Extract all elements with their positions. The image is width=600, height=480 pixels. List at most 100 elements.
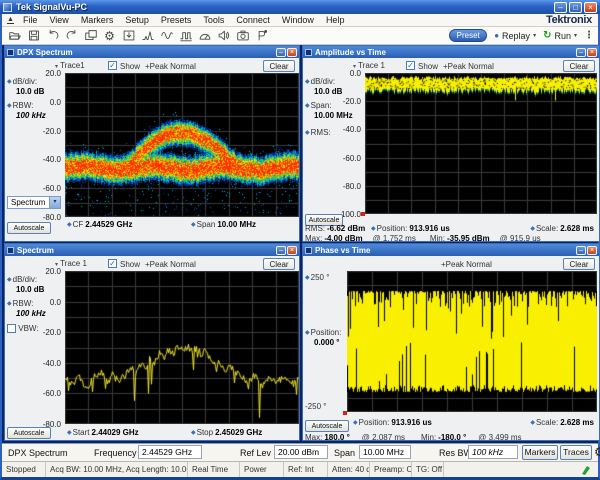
scale-readout[interactable]: ◆Scale:2.628 ms <box>530 224 594 233</box>
amplitude-vs-time-plot[interactable] <box>365 73 597 214</box>
window-titlebar[interactable]: Tek SignalVu-PC – □ × <box>0 0 600 14</box>
eject-icon[interactable]: ▲ <box>7 16 14 24</box>
reflev-field[interactable]: 20.00 dBm <box>274 445 328 459</box>
position-readout[interactable]: ◆Position:913.916 us <box>371 224 450 233</box>
position-readout[interactable]: ◆Position:913.916 us <box>353 418 432 427</box>
scale-value[interactable]: 2.628 ms <box>560 418 594 427</box>
replay-button[interactable]: ● Replay ▾ <box>494 31 536 41</box>
panel-close-button[interactable]: × <box>587 246 597 255</box>
chevron-down-icon[interactable]: ▾ <box>533 32 536 39</box>
panel-titlebar[interactable]: Phase vs Time – × <box>303 244 599 256</box>
marker-peak-icon[interactable] <box>253 28 270 43</box>
window-maximize-button[interactable]: □ <box>569 2 582 13</box>
spinner-icon[interactable]: ◆ <box>305 330 310 336</box>
spinner-icon[interactable]: ◆ <box>67 430 72 436</box>
scale-readout[interactable]: ◆Scale:2.628 ms <box>530 418 594 427</box>
run-button[interactable]: ↻ Run ▾ <box>543 30 577 41</box>
trigger-icon[interactable] <box>120 28 137 43</box>
position-value[interactable]: 913.916 us <box>409 224 449 233</box>
panel-minimize-button[interactable]: – <box>576 246 586 255</box>
cf-readout[interactable]: ◆CF2.44529 GHz <box>67 220 132 229</box>
show-checkbox[interactable]: ✓ <box>108 259 117 268</box>
vbw-checkbox[interactable] <box>7 324 16 333</box>
markers-button[interactable]: Markers <box>522 445 558 460</box>
spinner-icon[interactable]: ◆ <box>191 430 196 436</box>
clear-button[interactable]: Clear <box>563 60 595 72</box>
panel-close-button[interactable]: × <box>287 246 297 255</box>
start-readout[interactable]: ◆Start2.44029 GHz <box>67 428 139 437</box>
spinner-icon[interactable]: ◆ <box>7 79 12 85</box>
panel-close-button[interactable]: × <box>587 48 597 57</box>
position-value[interactable]: 913.916 us <box>391 418 431 427</box>
y-max-readout[interactable]: ◆250 ° <box>305 273 329 283</box>
window-close-button[interactable]: × <box>584 2 597 13</box>
save-icon[interactable] <box>25 28 42 43</box>
spectrum-display-icon[interactable] <box>139 28 156 43</box>
menu-item[interactable]: Help <box>326 15 345 25</box>
spinner-icon[interactable]: ◆ <box>7 103 12 109</box>
menu-item[interactable]: File <box>23 15 38 25</box>
position-label: Position: <box>377 224 408 233</box>
selected-display-name: DPX Spectrum <box>8 448 68 458</box>
spinner-icon[interactable]: ◆ <box>7 277 12 283</box>
time-display-icon[interactable] <box>158 28 175 43</box>
menu-item[interactable]: Connect <box>236 15 270 25</box>
spinner-icon[interactable]: ◆ <box>305 275 310 281</box>
panel-close-button[interactable]: × <box>287 48 297 57</box>
chevron-down-icon[interactable]: ▾ <box>574 32 577 39</box>
menu-item[interactable]: Markers <box>81 15 114 25</box>
spinner-icon[interactable]: ◆ <box>530 420 535 426</box>
spectrum-plot[interactable] <box>65 271 299 424</box>
redo-icon[interactable] <box>63 28 80 43</box>
menu-item[interactable]: View <box>49 15 68 25</box>
clear-button[interactable]: Clear <box>563 258 595 270</box>
tile-windows-icon[interactable] <box>82 28 99 43</box>
spinner-icon[interactable]: ◆ <box>353 420 358 426</box>
undo-icon[interactable] <box>44 28 61 43</box>
scale-value[interactable]: 2.628 ms <box>560 224 594 233</box>
resbw-field[interactable]: 100 kHz <box>468 445 518 459</box>
panel-minimize-button[interactable]: – <box>576 48 586 57</box>
frequency-field[interactable]: 2.44529 GHz <box>138 445 202 459</box>
settings-gear-icon[interactable]: ⚙ <box>594 445 600 459</box>
preset-button[interactable]: Preset <box>449 29 487 42</box>
stop-value[interactable]: 2.45029 GHz <box>215 428 262 437</box>
panel-minimize-button[interactable]: – <box>276 48 286 57</box>
spinner-icon[interactable]: ◆ <box>305 103 310 109</box>
span-value[interactable]: 10.00 MHz <box>217 220 256 229</box>
start-value[interactable]: 2.44029 GHz <box>92 428 139 437</box>
spinner-icon[interactable]: ◆ <box>530 226 535 232</box>
cf-value[interactable]: 2.44529 GHz <box>85 220 132 229</box>
menu-item[interactable]: Tools <box>203 15 224 25</box>
menu-item[interactable]: Presets <box>161 15 192 25</box>
dpx-spectrum-plot[interactable] <box>65 73 299 217</box>
stop-readout[interactable]: ◆Stop2.45029 GHz <box>191 428 262 437</box>
position-side-control[interactable]: ◆Position: 0.000 ° <box>305 328 341 347</box>
panel-minimize-button[interactable]: – <box>276 246 286 255</box>
show-checkbox[interactable]: ✓ <box>406 61 415 70</box>
settings-icon[interactable]: ⚙ <box>101 28 118 43</box>
span-readout[interactable]: ◆Span10.00 MHz <box>191 220 256 229</box>
traces-button[interactable]: Traces <box>560 445 592 460</box>
spinner-icon[interactable]: ◆ <box>191 222 196 228</box>
spinner-icon[interactable]: ◆ <box>7 301 12 307</box>
pulse-display-icon[interactable] <box>177 28 194 43</box>
clear-button[interactable]: Clear <box>263 60 295 72</box>
clear-button[interactable]: Clear <box>263 258 295 270</box>
menu-item[interactable]: Setup <box>125 15 149 25</box>
meter-icon[interactable] <box>196 28 213 43</box>
spinner-icon[interactable]: ◆ <box>67 222 72 228</box>
show-checkbox[interactable]: ✓ <box>108 61 117 70</box>
camera-icon[interactable] <box>234 28 251 43</box>
autoscale-button[interactable]: Autoscale <box>305 420 349 432</box>
audio-icon[interactable] <box>215 28 232 43</box>
position-side-value[interactable]: 0.000 ° <box>314 338 339 347</box>
span-field[interactable]: 10.00 MHz <box>359 445 411 459</box>
more-options-icon[interactable]: ⋮ <box>584 30 594 41</box>
phase-vs-time-plot[interactable] <box>347 271 597 412</box>
spinner-icon[interactable]: ◆ <box>371 226 376 232</box>
spinner-icon[interactable]: ◆ <box>305 79 310 85</box>
open-icon[interactable] <box>6 28 23 43</box>
menu-item[interactable]: Window <box>282 15 314 25</box>
window-minimize-button[interactable]: – <box>554 2 567 13</box>
